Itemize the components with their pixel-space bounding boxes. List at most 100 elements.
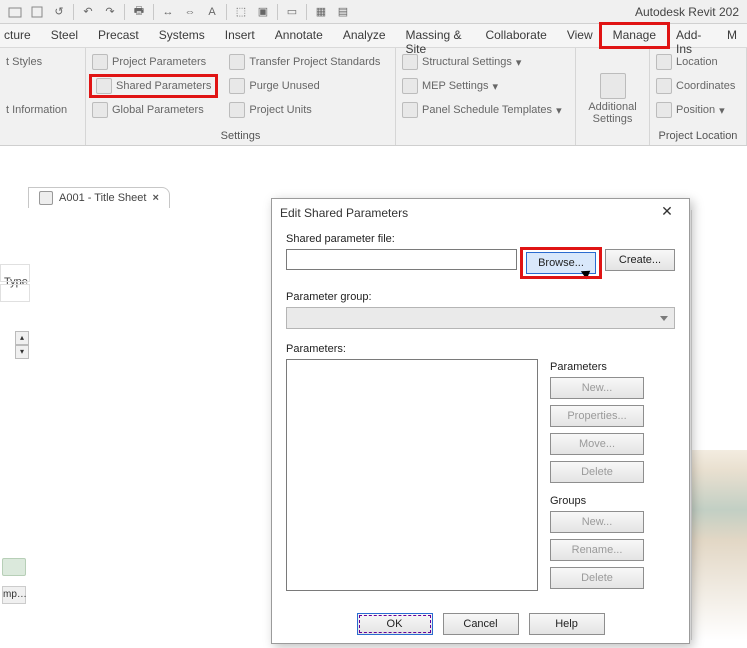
qat-save-icon[interactable] xyxy=(28,3,46,21)
group-delete-button[interactable]: Delete xyxy=(550,567,644,589)
rb-purge-unused[interactable]: Purge Unused xyxy=(229,76,380,96)
rb-global-parameters[interactable]: Global Parameters xyxy=(92,100,215,120)
qat-text-icon[interactable]: A xyxy=(203,3,221,21)
rb-position[interactable]: Position ▾ xyxy=(656,100,740,120)
rb-location[interactable]: Location xyxy=(656,52,740,72)
chevron-down-icon: ▾ xyxy=(719,104,725,117)
rb-transfer-standards[interactable]: Transfer Project Standards xyxy=(229,52,380,72)
apply-button-partial[interactable] xyxy=(2,558,26,576)
parameters-listbox[interactable] xyxy=(286,359,538,591)
qat-window-icon[interactable]: ▭ xyxy=(283,3,301,21)
shared-parameter-file-input[interactable] xyxy=(286,249,517,270)
tab-analyze[interactable]: Analyze xyxy=(333,24,396,47)
qat-switch-icon[interactable]: ▤ xyxy=(334,3,352,21)
param-delete-button[interactable]: Delete xyxy=(550,461,644,483)
shared-params-icon xyxy=(96,78,112,94)
rb-project-parameters[interactable]: Project Parameters xyxy=(92,52,215,72)
tab-massing[interactable]: Massing & Site xyxy=(396,24,476,47)
rb-mep-settings[interactable]: MEP Settings ▾ xyxy=(402,76,569,96)
project-params-icon xyxy=(92,54,108,70)
qat-measure-icon[interactable]: ↔ xyxy=(159,3,177,21)
palette-cell[interactable] xyxy=(0,264,30,282)
chevron-down-icon: ▾ xyxy=(516,56,522,69)
panel-caption-location: Project Location xyxy=(656,128,740,145)
spinner-up[interactable]: ▴ xyxy=(15,331,29,345)
chevron-down-icon: ▾ xyxy=(556,104,562,117)
sheet-icon xyxy=(39,191,53,205)
qat-sync-icon[interactable]: ↺ xyxy=(50,3,68,21)
dialog-close-button[interactable]: ✕ xyxy=(653,203,681,223)
tab-view[interactable]: View xyxy=(557,24,603,47)
parameters-caption: Parameters xyxy=(550,361,675,373)
close-document-icon[interactable]: × xyxy=(152,192,158,204)
panel-sched-icon xyxy=(402,102,418,118)
parameter-group-combo[interactable] xyxy=(286,307,675,329)
rb-panel-sched-templates[interactable]: Panel Schedule Templates ▾ xyxy=(402,100,569,120)
rb-snap-blank[interactable] xyxy=(6,76,79,96)
tab-architecture-partial[interactable]: cture xyxy=(4,24,41,47)
purge-icon xyxy=(229,78,245,94)
params-label: Parameters: xyxy=(286,343,346,355)
rb-project-info[interactable]: t Information xyxy=(6,100,79,120)
browse-button[interactable]: Browse... xyxy=(526,252,596,274)
ok-button[interactable]: OK xyxy=(357,613,433,635)
pgroup-label: Parameter group: xyxy=(286,291,372,303)
additional-settings-icon xyxy=(600,73,626,99)
qat-close-icon[interactable]: ▦ xyxy=(312,3,330,21)
param-new-button[interactable]: New... xyxy=(550,377,644,399)
palette-cell[interactable] xyxy=(0,284,30,302)
param-move-button[interactable]: Move... xyxy=(550,433,644,455)
tab-systems[interactable]: Systems xyxy=(149,24,215,47)
qat-redo-icon[interactable]: ↷ xyxy=(101,3,119,21)
edit-shared-parameters-dialog: Edit Shared Parameters ✕ Shared paramete… xyxy=(271,198,690,644)
mep-settings-icon xyxy=(402,78,418,94)
create-button[interactable]: Create... xyxy=(605,249,675,271)
global-params-icon xyxy=(92,102,108,118)
tab-manage[interactable]: Manage xyxy=(603,24,666,47)
cancel-button[interactable]: Cancel xyxy=(443,613,519,635)
quick-access-toolbar: ↺ ↶ ↷ 🖶 ↔ ⇔ A ⬚ ▣ ▭ ▦ ▤ Autodesk Revit 2… xyxy=(0,0,747,24)
qat-open-icon[interactable] xyxy=(6,3,24,21)
app-title: Autodesk Revit 202 xyxy=(635,5,739,19)
tab-precast[interactable]: Precast xyxy=(88,24,149,47)
spinner-down[interactable]: ▾ xyxy=(15,345,29,359)
tab-steel[interactable]: Steel xyxy=(41,24,88,47)
qat-section-icon[interactable]: ▣ xyxy=(254,3,272,21)
panel-caption-settings: Settings xyxy=(92,128,389,145)
rb-structural-settings[interactable]: Structural Settings ▾ xyxy=(402,52,569,72)
units-icon xyxy=(229,102,245,118)
rb-object-styles[interactable]: t Styles xyxy=(6,52,79,72)
group-new-button[interactable]: New... xyxy=(550,511,644,533)
qat-print-icon[interactable]: 🖶 xyxy=(130,3,148,21)
transfer-icon xyxy=(229,54,245,70)
location-icon xyxy=(656,54,672,70)
chevron-down-icon: ▾ xyxy=(492,80,498,93)
document-area: A001 - Title Sheet × Type ▴ ▾ mp… Edit S… xyxy=(0,146,747,648)
dialog-title: Edit Shared Parameters xyxy=(280,206,408,220)
tab-more-partial[interactable]: M xyxy=(717,24,747,47)
groups-caption: Groups xyxy=(550,495,675,507)
qat-dim-icon[interactable]: ⇔ xyxy=(181,3,199,21)
rb-shared-parameters[interactable]: Shared Parameters xyxy=(92,76,215,96)
group-rename-button[interactable]: Rename... xyxy=(550,539,644,561)
document-tab[interactable]: A001 - Title Sheet × xyxy=(28,187,170,208)
mp-button-partial[interactable]: mp… xyxy=(2,586,26,604)
param-properties-button[interactable]: Properties... xyxy=(550,405,644,427)
qat-undo-icon[interactable]: ↶ xyxy=(79,3,97,21)
file-label: Shared parameter file: xyxy=(286,233,395,245)
rb-coordinates[interactable]: Coordinates xyxy=(656,76,740,96)
help-button[interactable]: Help xyxy=(529,613,605,635)
rb-project-units[interactable]: Project Units xyxy=(229,100,380,120)
tab-collaborate[interactable]: Collaborate xyxy=(475,24,556,47)
tab-annotate[interactable]: Annotate xyxy=(265,24,333,47)
coordinates-icon xyxy=(656,78,672,94)
struct-settings-icon xyxy=(402,54,418,70)
position-icon xyxy=(656,102,672,118)
viewport-background xyxy=(691,210,747,640)
rb-additional-settings[interactable]: Additional Settings xyxy=(581,73,645,125)
tab-insert[interactable]: Insert xyxy=(215,24,265,47)
ribbon-body: t Styles t Information Project Parameter… xyxy=(0,48,747,146)
document-tab-label: A001 - Title Sheet xyxy=(59,192,146,204)
qat-3d-icon[interactable]: ⬚ xyxy=(232,3,250,21)
tab-addins[interactable]: Add-Ins xyxy=(666,24,717,47)
